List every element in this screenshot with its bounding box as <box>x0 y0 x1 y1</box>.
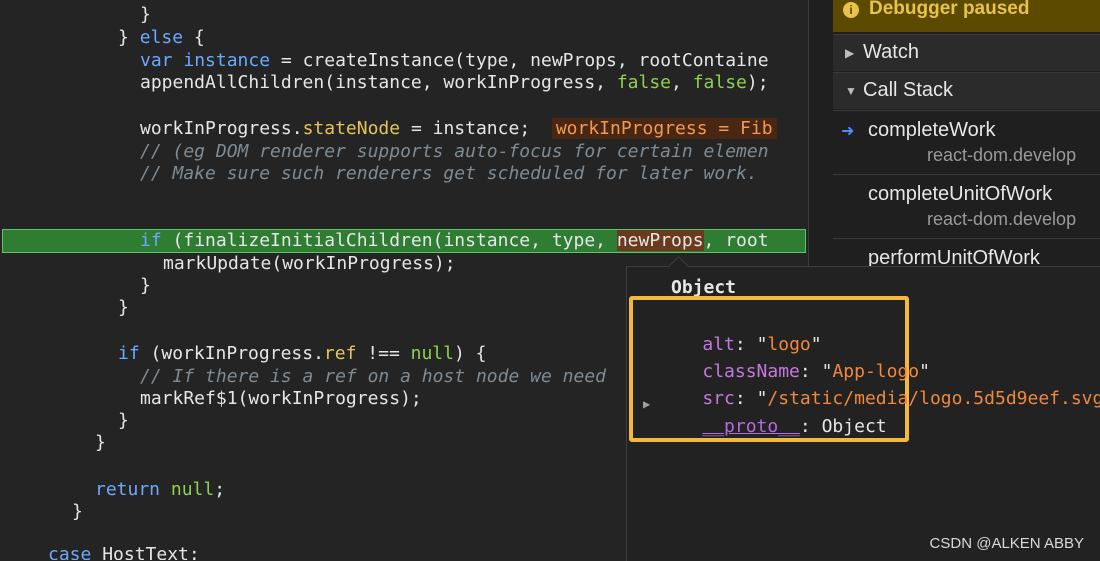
call-stack-frame[interactable]: ➜ completeWork react-dom.develop <box>833 110 1100 173</box>
code-line: return null; <box>95 479 226 500</box>
watch-section-header[interactable]: ▶ Watch <box>833 34 1100 71</box>
code-line: } <box>95 432 106 453</box>
call-stack-frame[interactable]: completeUnitOfWork react-dom.develop <box>833 174 1100 237</box>
hovered-variable[interactable]: newProps <box>616 230 704 251</box>
code-line: if (workInProgress.ref !== null) { <box>118 343 487 364</box>
variable-preview-popup[interactable]: Object alt: "logo" className: "App-logo"… <box>626 255 1100 561</box>
paused-label: Debugger paused <box>869 0 1030 19</box>
chevron-right-icon: ▶ <box>845 46 855 60</box>
code-line: workInProgress.stateNode = instance; wor… <box>140 118 777 140</box>
code-line: markUpdate(workInProgress); <box>163 253 456 274</box>
inline-value-hint: workInProgress = Fib <box>551 118 777 139</box>
code-line: } <box>118 410 129 431</box>
code-comment: // Make sure such renderers get schedule… <box>140 163 758 184</box>
current-frame-arrow-icon: ➜ <box>841 123 855 140</box>
callstack-section-header[interactable]: ▼ Call Stack <box>833 72 1100 109</box>
proto-property-row[interactable]: __proto__: Object <box>659 391 886 437</box>
code-line: } <box>140 275 151 296</box>
chevron-down-icon: ▼ <box>845 84 857 98</box>
code-comment: // (eg DOM renderer supports auto-focus … <box>140 141 769 162</box>
code-line: markRef$1(workInProgress); <box>140 388 422 409</box>
code-line: } <box>118 297 129 318</box>
code-line: var instance = createInstance(type, newP… <box>140 50 769 71</box>
debugger-paused-banner: i Debugger paused <box>833 0 1100 32</box>
object-property-row[interactable]: className: "App-logo" <box>659 336 930 382</box>
code-line: } <box>140 4 151 25</box>
code-line: } else { <box>118 27 205 48</box>
object-preview-title: Object <box>671 277 737 298</box>
code-line: appendAllChildren(instance, workInProgre… <box>140 72 769 93</box>
object-property-row[interactable]: src: "/static/media/logo.5d5d9eef.svg" <box>659 363 1100 409</box>
info-icon: i <box>843 2 859 18</box>
expand-triangle-icon[interactable]: ▶ <box>643 397 650 411</box>
code-line-paused: if (finalizeInitialChildren(instance, ty… <box>140 230 769 251</box>
watermark: CSDN @ALKEN ABBY <box>929 535 1084 552</box>
object-property-row[interactable]: alt: "logo" <box>659 309 821 355</box>
code-line: case HostText: <box>48 544 200 560</box>
code-line: } <box>72 501 83 522</box>
code-comment: // If there is a ref on a host node we n… <box>140 366 606 387</box>
